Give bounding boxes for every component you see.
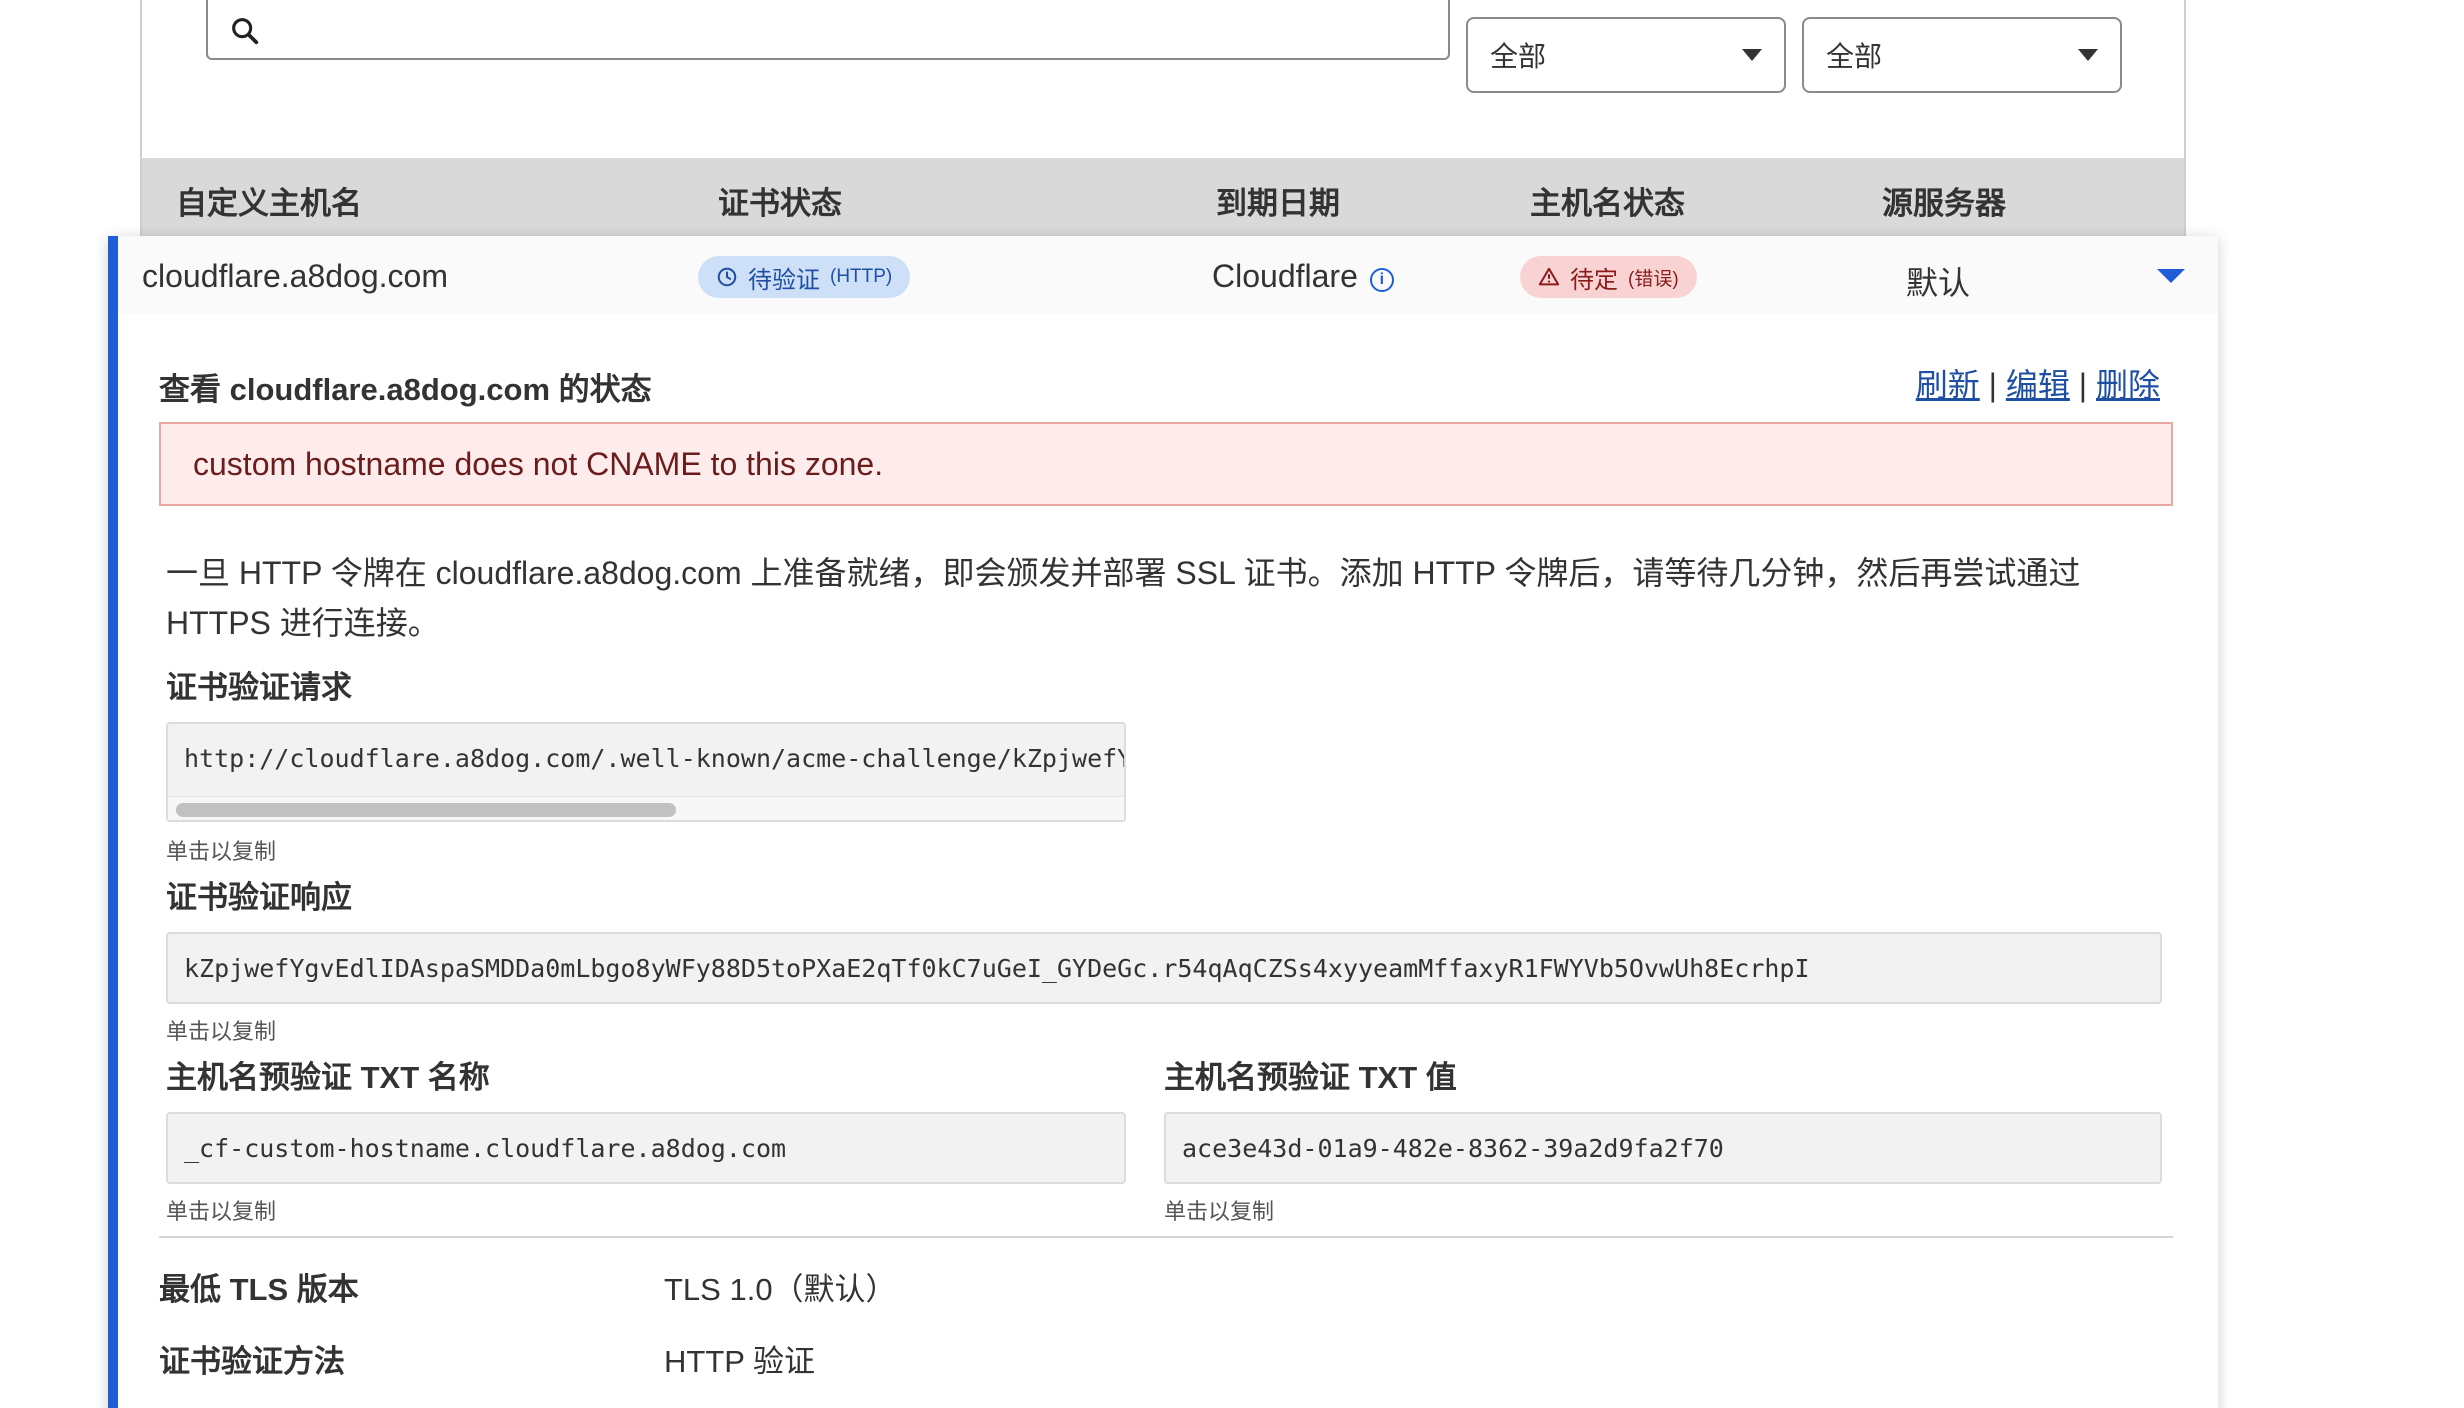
select-1-value: 全部 [1490,41,1547,72]
clock-icon [717,267,737,287]
row-origin: 默认 [1906,265,1971,301]
cert-method-value: HTTP 验证 [664,1344,815,1379]
hostname-status-sub: (错误) [1628,268,1679,290]
cert-request-field[interactable]: http://cloudflare.a8dog.com/.well-known/… [166,722,1126,822]
column-header-origin[interactable]: 源服务器 [1882,178,2006,223]
cert-method-label: 证书验证方法 [159,1344,345,1379]
cert-status-badge: 待验证 (HTTP) [698,256,911,298]
cert-status-sub: (HTTP) [830,266,893,287]
info-icon[interactable]: i [1369,268,1394,292]
select-2-value: 全部 [1826,41,1883,72]
min-tls-value: TLS 1.0（默认） [664,1272,897,1307]
search-input[interactable] [206,0,1450,60]
error-alert: custom hostname does not CNAME to this z… [159,422,2173,506]
table-row[interactable]: cloudflare.a8dog.com 待验证 (HTTP) Cloudfla… [118,236,2218,314]
expanded-row-panel: cloudflare.a8dog.com 待验证 (HTTP) Cloudfla… [108,236,2218,1408]
column-header-hostname-status[interactable]: 主机名状态 [1530,178,1685,223]
hostname-status-badge: 待定 (错误) [1520,256,1697,298]
txt-value-field[interactable]: ace3e43d-01a9-482e-8362-39a2d9fa2f70 [1164,1112,2162,1184]
cert-request-value: http://cloudflare.a8dog.com/.well-known/… [184,744,1124,773]
cert-response-label: 证书验证响应 [166,880,352,915]
row-hostname: cloudflare.a8dog.com [142,258,448,294]
txt-name-label: 主机名预验证 TXT 名称 [166,1060,490,1095]
column-header-expiry[interactable]: 到期日期 [1216,178,1340,223]
search-icon [232,18,259,45]
row-expiry: Cloudflare i [1212,258,1394,295]
filter-select-1[interactable]: 全部 [1466,17,1786,93]
txt-name-field[interactable]: _cf-custom-hostname.cloudflare.a8dog.com [166,1112,1126,1184]
cert-request-label: 证书验证请求 [166,670,352,705]
refresh-link[interactable]: 刷新 [1916,367,1980,403]
horizontal-scrollbar[interactable] [168,796,1124,820]
column-header-cert-status[interactable]: 证书状态 [718,178,842,223]
divider [159,1236,2173,1238]
ssl-description: 一旦 HTTP 令牌在 cloudflare.a8dog.com 上准备就绪，即… [166,555,2081,641]
filter-select-2[interactable]: 全部 [1802,17,2122,93]
chevron-down-icon [1742,49,1762,61]
delete-link[interactable]: 删除 [2096,367,2160,403]
chevron-down-icon [2078,49,2098,61]
chevron-down-icon[interactable] [2157,269,2185,283]
cert-response-field[interactable]: kZpjwefYgvEdlIDAspaSMDDa0mLbgo8yWFy88D5t… [166,932,2162,1004]
txt-value-label: 主机名预验证 TXT 值 [1164,1060,1457,1095]
copy-hint: 单击以复制 [166,1199,277,1224]
scrollbar-thumb[interactable] [176,803,676,817]
column-header-hostname[interactable]: 自定义主机名 [176,178,362,223]
warning-icon [1538,267,1560,286]
min-tls-label: 最低 TLS 版本 [159,1272,359,1307]
status-actions: 刷新 | 编辑 | 删除 [1915,367,2160,403]
hostname-status-text: 待定 [1570,266,1618,294]
table-header: 自定义主机名 证书状态 到期日期 主机名状态 源服务器 [142,158,2184,238]
expiry-text: Cloudflare [1212,258,1358,294]
edit-link[interactable]: 编辑 [2006,367,2070,403]
cert-status-text: 待验证 [748,266,820,294]
status-title: 查看 cloudflare.a8dog.com 的状态 [159,372,652,407]
copy-hint: 单击以复制 [166,839,277,864]
copy-hint: 单击以复制 [1164,1199,1275,1224]
copy-hint: 单击以复制 [166,1019,277,1044]
